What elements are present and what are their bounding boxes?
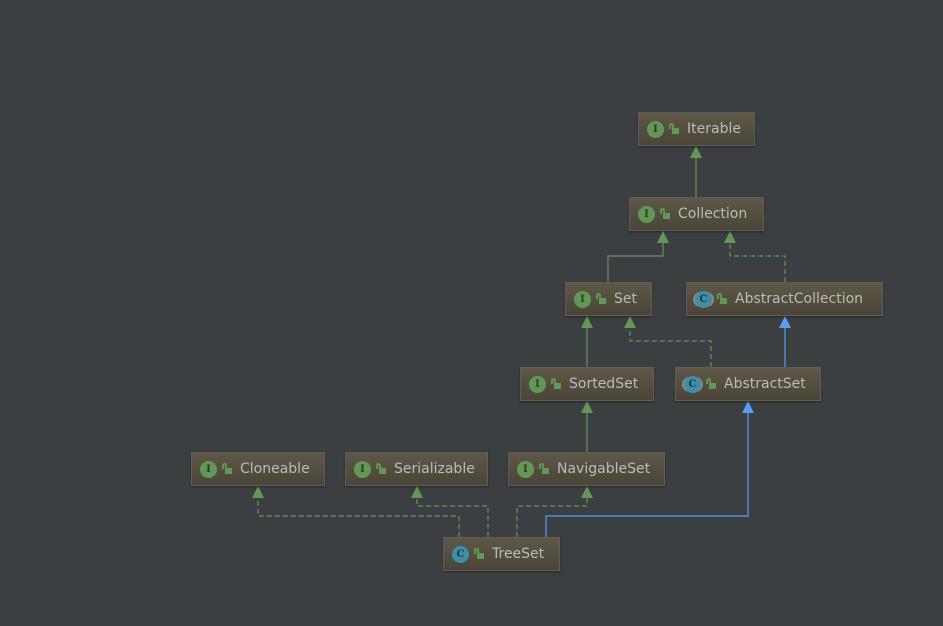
edge-set-to-collection bbox=[607, 231, 669, 282]
edge-line bbox=[729, 243, 786, 282]
public-access-icon bbox=[376, 463, 386, 475]
node-treeset[interactable]: C TreeSet bbox=[443, 537, 560, 571]
interface-icon: I bbox=[354, 460, 371, 478]
node-label: NavigableSet bbox=[557, 461, 651, 477]
node-cloneable[interactable]: I Cloneable bbox=[191, 452, 325, 486]
node-label: Serializable bbox=[394, 461, 475, 477]
arrowhead-icon bbox=[581, 401, 593, 413]
node-iterable[interactable]: I Iterable bbox=[638, 112, 755, 146]
public-access-icon bbox=[222, 463, 232, 475]
public-access-icon bbox=[669, 123, 679, 135]
interface-icon: I bbox=[200, 460, 217, 478]
node-label: Collection bbox=[678, 206, 748, 222]
node-sortedset[interactable]: I SortedSet bbox=[520, 367, 654, 401]
node-collection[interactable]: I Collection bbox=[629, 197, 764, 231]
public-access-icon bbox=[474, 548, 484, 560]
arrowhead-icon bbox=[624, 316, 636, 328]
interface-icon: I bbox=[574, 290, 591, 308]
node-label: SortedSet bbox=[569, 376, 639, 392]
edge-line bbox=[629, 328, 712, 367]
node-label: AbstractCollection bbox=[735, 291, 864, 307]
abstract-class-icon: C bbox=[695, 290, 712, 308]
edge-navigableset-to-sortedset bbox=[581, 401, 593, 452]
public-access-icon bbox=[596, 293, 606, 305]
node-label: TreeSet bbox=[492, 546, 545, 562]
public-access-icon bbox=[660, 208, 670, 220]
edge-line bbox=[416, 498, 489, 537]
node-serializable[interactable]: I Serializable bbox=[345, 452, 488, 486]
node-set[interactable]: I Set bbox=[565, 282, 652, 316]
arrowhead-icon bbox=[724, 231, 736, 243]
class-icon: C bbox=[452, 545, 469, 563]
arrowhead-icon bbox=[252, 486, 264, 498]
edge-treeset-to-cloneable bbox=[252, 486, 460, 537]
arrowhead-icon bbox=[742, 401, 754, 413]
node-label: Cloneable bbox=[240, 461, 310, 477]
node-abstractset[interactable]: C AbstractSet bbox=[675, 367, 821, 401]
edge-line bbox=[607, 243, 664, 282]
public-access-icon bbox=[539, 463, 549, 475]
edge-line bbox=[257, 498, 460, 537]
arrowhead-icon bbox=[779, 316, 791, 328]
arrowhead-icon bbox=[657, 231, 669, 243]
interface-icon: I bbox=[647, 120, 664, 138]
edge-abstractcollection-to-collection bbox=[724, 231, 786, 282]
node-navigableset[interactable]: I NavigableSet bbox=[508, 452, 665, 486]
arrowhead-icon bbox=[581, 486, 593, 498]
arrowhead-icon bbox=[581, 316, 593, 328]
abstract-class-icon: C bbox=[684, 375, 701, 393]
interface-icon: I bbox=[529, 375, 546, 393]
public-access-icon bbox=[706, 378, 716, 390]
node-label: Iterable bbox=[687, 121, 741, 137]
edge-treeset-to-serializable bbox=[411, 486, 489, 537]
node-abstractcollection[interactable]: C AbstractCollection bbox=[686, 282, 883, 316]
edge-treeset-to-navigableset bbox=[516, 486, 593, 537]
edge-collection-to-iterable bbox=[690, 146, 702, 197]
edge-line bbox=[516, 498, 588, 537]
arrowhead-icon bbox=[690, 146, 702, 158]
edge-sortedset-to-set bbox=[581, 316, 593, 367]
arrowhead-icon bbox=[411, 486, 423, 498]
node-label: AbstractSet bbox=[724, 376, 806, 392]
public-access-icon bbox=[717, 293, 727, 305]
edge-abstractset-to-abstractcollection bbox=[779, 316, 791, 367]
edge-abstractset-to-set bbox=[624, 316, 712, 367]
public-access-icon bbox=[551, 378, 561, 390]
node-label: Set bbox=[614, 291, 637, 307]
interface-icon: I bbox=[638, 205, 655, 223]
interface-icon: I bbox=[517, 460, 534, 478]
